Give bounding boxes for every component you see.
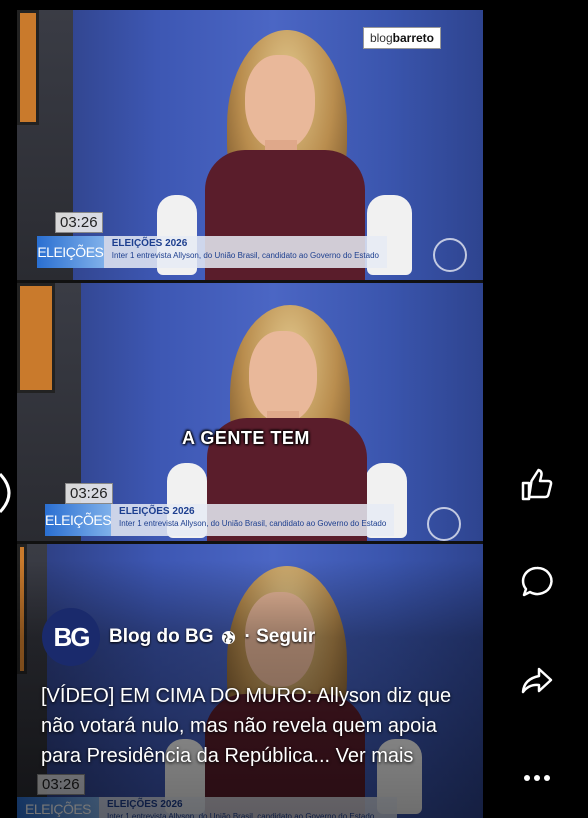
thumbs-up-icon (521, 468, 553, 501)
presenter-face (245, 55, 315, 150)
lower-third-tag: ELEIÇÕES (37, 236, 104, 268)
comment-icon (521, 566, 553, 597)
lower-third-subtitle: Inter 1 entrevista Allyson, do União Bra… (119, 519, 387, 528)
studio-screen (17, 10, 39, 125)
lower-third-tag: ELEIÇÕES (45, 504, 112, 536)
presenter-face (249, 331, 317, 423)
video-frame-2: 03:26 ELEIÇÕES ELEIÇÕES 2026 Inter 1 ent… (17, 283, 483, 541)
like-button[interactable] (514, 462, 560, 508)
author-name[interactable]: Blog do BG (109, 626, 213, 648)
see-more-link[interactable]: Ver mais (336, 745, 414, 767)
watermark-prefix: blog (369, 31, 393, 45)
video-subtitle-caption: A GENTE TEM (182, 428, 310, 448)
lower-third-subtitle: Inter 1 entrevista Allyson, do União Bra… (111, 251, 379, 260)
globe-icon (222, 630, 236, 644)
video-timer: 03:26 (55, 212, 103, 233)
video-frame-1: blogbarreto 03:26 ELEIÇÕES ELEIÇÕES 2026… (17, 10, 483, 280)
share-button[interactable] (514, 658, 560, 704)
post-author: BG Blog do BG · Seguir (42, 608, 315, 666)
comment-button[interactable] (514, 559, 560, 605)
lower-third-title: ELEIÇÕES 2026 (111, 238, 188, 249)
watermark-brand: barreto (392, 31, 434, 45)
avatar[interactable]: BG (42, 608, 100, 666)
studio-screen (17, 283, 55, 393)
scroll-edge-handle (0, 470, 20, 516)
follow-button[interactable]: · Seguir (244, 626, 315, 648)
tv-logo-icon (427, 507, 461, 541)
lower-third-info: ELEIÇÕES 2026 Inter 1 entrevista Allyson… (103, 236, 387, 268)
more-icon (524, 775, 550, 781)
more-button[interactable] (514, 755, 560, 801)
video-timer: 03:26 (65, 483, 113, 504)
share-icon (521, 667, 553, 694)
tv-logo-icon (433, 238, 467, 272)
lower-third: ELEIÇÕES ELEIÇÕES 2026 Inter 1 entrevist… (37, 236, 387, 268)
avatar-text: BG (53, 621, 91, 652)
lower-third-info: ELEIÇÕES 2026 Inter 1 entrevista Allyson… (111, 504, 395, 536)
blog-watermark: blogbarreto (362, 27, 441, 49)
lower-third-title: ELEIÇÕES 2026 (119, 506, 195, 517)
post-description: [VÍDEO] EM CIMA DO MURO: Allyson diz que… (41, 681, 461, 771)
lower-third: ELEIÇÕES ELEIÇÕES 2026 Inter 1 entrevist… (45, 504, 395, 536)
